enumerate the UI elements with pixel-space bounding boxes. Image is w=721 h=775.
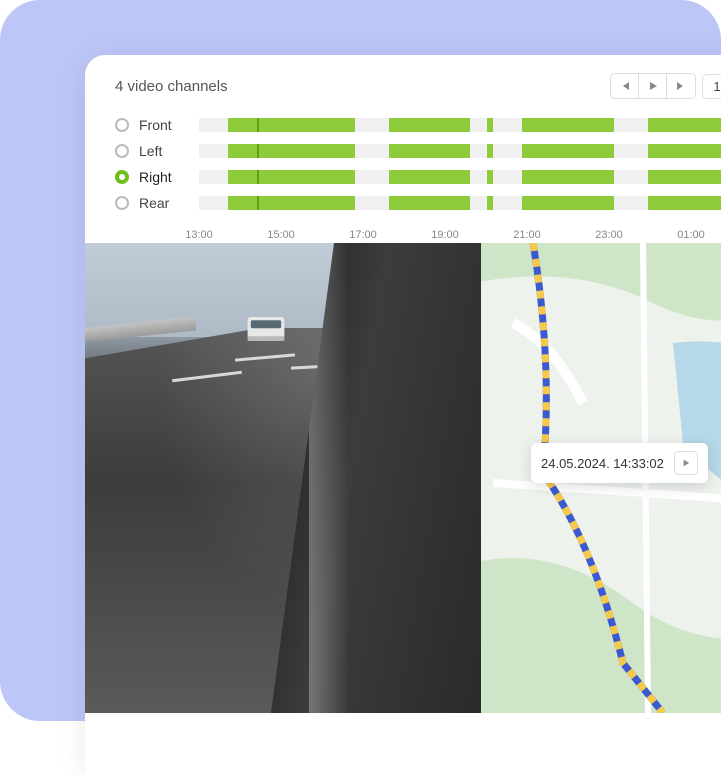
axis-tick: 17:00 — [349, 229, 377, 241]
video-pane[interactable] — [85, 243, 481, 713]
play-icon — [682, 459, 690, 467]
app-panel: 4 video channels 14:33:02 Front Left Right… — [85, 55, 721, 775]
axis-tick: 23:00 — [595, 229, 623, 241]
channel-row: Front — [115, 113, 721, 137]
channel-list: Front Left Right Rear — [85, 113, 721, 225]
channel-row: Left — [115, 139, 721, 163]
recording-segment — [648, 118, 721, 132]
playhead[interactable] — [257, 196, 259, 210]
media-row: 24.05.2024. 14:33:02 — [85, 243, 721, 713]
header: 4 video channels 14:33:02 — [85, 55, 721, 113]
recording-segment — [522, 170, 614, 184]
channel-track[interactable] — [199, 196, 721, 210]
recording-segment — [648, 144, 721, 158]
recording-segment — [389, 144, 470, 158]
channel-radio[interactable] — [115, 170, 129, 184]
map-pane[interactable]: 24.05.2024. 14:33:02 — [481, 243, 721, 713]
recording-segment — [389, 118, 470, 132]
map-tooltip: 24.05.2024. 14:33:02 — [531, 443, 708, 483]
recording-segment — [487, 144, 493, 158]
playhead[interactable] — [257, 170, 259, 184]
map-tooltip-label: 24.05.2024. 14:33:02 — [541, 456, 664, 471]
channel-label[interactable]: Right — [139, 169, 199, 185]
skip-forward-icon — [676, 81, 686, 91]
channel-track[interactable] — [199, 144, 721, 158]
recording-segment — [228, 118, 355, 132]
channel-track[interactable] — [199, 170, 721, 184]
playhead[interactable] — [257, 144, 259, 158]
channel-radio[interactable] — [115, 144, 129, 158]
recording-segment — [522, 118, 614, 132]
playhead[interactable] — [257, 118, 259, 132]
recording-segment — [522, 196, 614, 210]
play-icon — [648, 81, 658, 91]
playback-controls: 14:33:02 — [610, 73, 721, 99]
skip-forward-button[interactable] — [667, 74, 695, 98]
channel-label[interactable]: Front — [139, 117, 199, 133]
recording-segment — [389, 196, 470, 210]
channel-track[interactable] — [199, 118, 721, 132]
time-axis: 13:00 15:00 17:00 19:00 21:00 23:00 01:00 — [85, 225, 721, 243]
channels-title: 4 video channels — [115, 78, 228, 95]
channel-radio[interactable] — [115, 196, 129, 210]
recording-segment — [522, 144, 614, 158]
axis-tick: 15:00 — [267, 229, 295, 241]
axis-tick: 13:00 — [185, 229, 213, 241]
recording-segment — [487, 196, 493, 210]
skip-back-icon — [620, 81, 630, 91]
axis-tick: 21:00 — [513, 229, 541, 241]
axis-tick: 19:00 — [431, 229, 459, 241]
map-play-button[interactable] — [674, 451, 698, 475]
recording-segment — [648, 170, 721, 184]
recording-segment — [228, 144, 355, 158]
channel-radio[interactable] — [115, 118, 129, 132]
recording-segment — [487, 118, 493, 132]
channel-label[interactable]: Left — [139, 143, 199, 159]
recording-segment — [487, 170, 493, 184]
recording-segment — [389, 170, 470, 184]
axis-tick: 01:00 — [677, 229, 705, 241]
skip-back-button[interactable] — [611, 74, 639, 98]
recording-segment — [228, 196, 355, 210]
play-button[interactable] — [639, 74, 667, 98]
channel-row: Right — [115, 165, 721, 189]
vehicle — [248, 317, 285, 341]
current-time[interactable]: 14:33:02 — [702, 74, 721, 99]
channel-label[interactable]: Rear — [139, 195, 199, 211]
playback-button-group — [610, 73, 696, 99]
recording-segment — [648, 196, 721, 210]
channel-row: Rear — [115, 191, 721, 215]
recording-segment — [228, 170, 355, 184]
